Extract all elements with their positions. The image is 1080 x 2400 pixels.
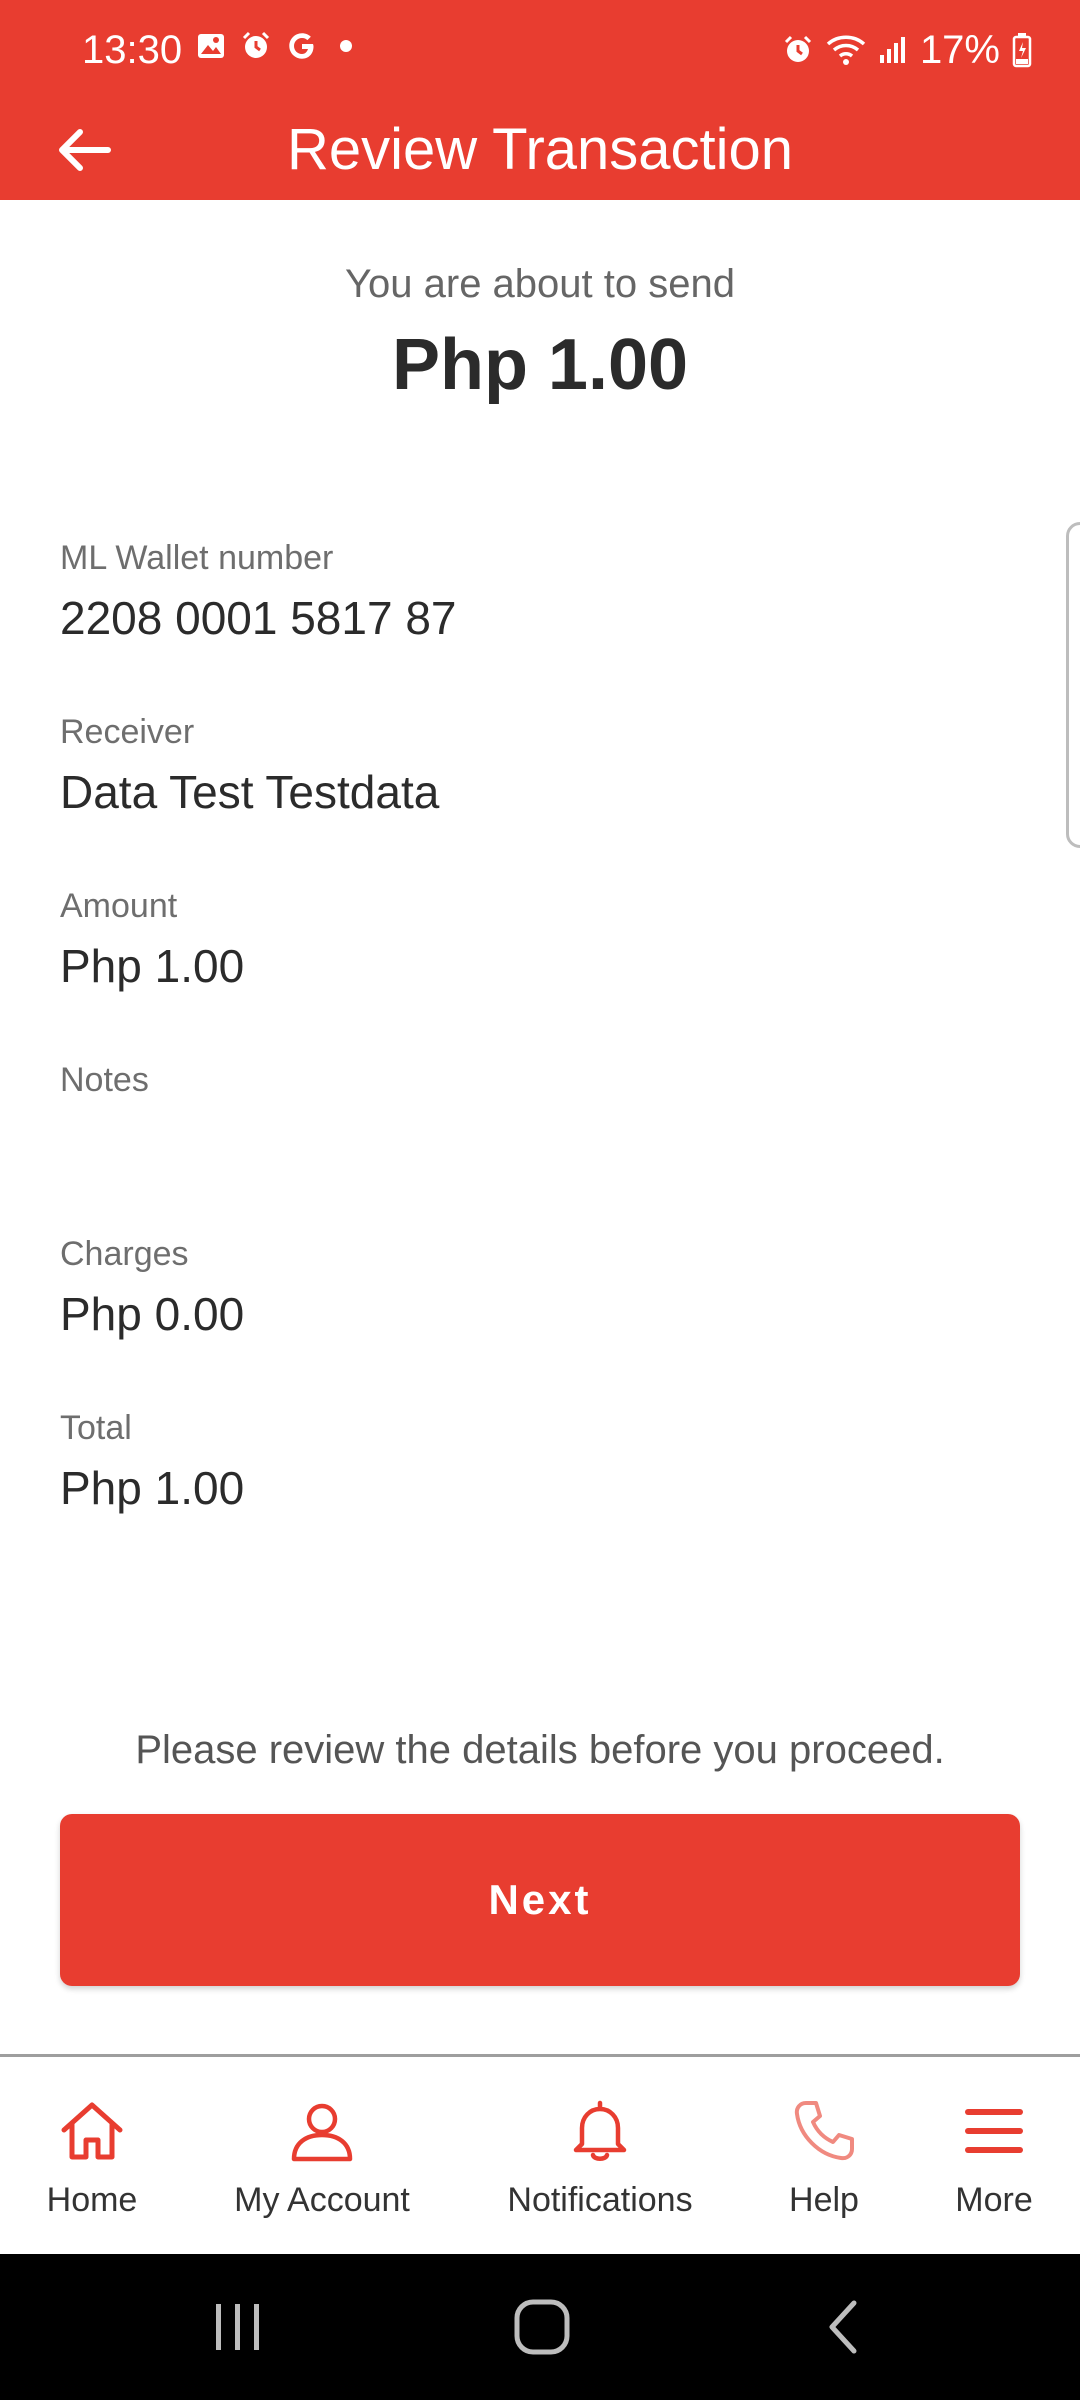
page-title: Review Transaction <box>286 117 794 182</box>
detail-label: Amount <box>60 887 178 925</box>
status-bar: 13:30 17% <box>0 0 1080 100</box>
detail-notes: Notes <box>60 1058 960 1110</box>
detail-label: ML Wallet number <box>60 539 334 577</box>
nav-label: Help <box>789 2181 859 2219</box>
battery-percent: 17% <box>919 28 1000 72</box>
nav-item-notifications[interactable]: Notifications <box>490 2057 710 2257</box>
phone-icon <box>792 2093 856 2169</box>
side-scroll-handle[interactable] <box>1066 522 1080 848</box>
next-button[interactable]: Next <box>60 1814 1020 1986</box>
detail-label: Receiver <box>60 713 195 751</box>
bottom-navigation: Home My Account Notifications Help More <box>0 2054 1080 2254</box>
nav-label: My Account <box>234 2181 410 2219</box>
detail-value: Php 0.00 <box>60 1288 245 1340</box>
status-time: 13:30 <box>82 28 183 72</box>
review-note: Please review the details before you pro… <box>135 1728 945 1772</box>
send-amount: Php 1.00 <box>391 325 689 405</box>
gallery-icon <box>196 31 226 61</box>
detail-charges: Charges Php 0.00 <box>60 1232 960 1344</box>
dot-icon <box>332 32 360 60</box>
detail-value: Php 1.00 <box>60 1462 245 1514</box>
wifi-icon <box>826 33 866 67</box>
recent-apps-icon <box>216 2304 259 2350</box>
detail-label: Total <box>60 1409 132 1447</box>
detail-value: 2208 0001 5817 87 <box>60 592 457 644</box>
detail-label: Notes <box>60 1061 149 1099</box>
signal-icon <box>878 35 908 65</box>
detail-receiver: Receiver Data Test Testdata <box>60 710 960 822</box>
alarm-icon <box>782 34 814 66</box>
detail-label: Charges <box>60 1235 189 1273</box>
detail-total: Total Php 1.00 <box>60 1406 960 1518</box>
arrow-left-icon <box>59 129 111 171</box>
app-header: 13:30 17% Review Transaction <box>0 0 1080 200</box>
nav-label: Home <box>46 2181 138 2219</box>
back-button[interactable] <box>50 116 118 184</box>
status-right-icons: 17% <box>782 24 1032 76</box>
nav-item-home[interactable]: Home <box>22 2057 162 2257</box>
detail-wallet-number: ML Wallet number 2208 0001 5817 87 <box>60 536 960 648</box>
alarm-icon <box>240 30 272 62</box>
chevron-left-icon <box>829 2300 857 2354</box>
nav-item-more[interactable]: More <box>934 2057 1054 2257</box>
nav-label: More <box>955 2181 1033 2219</box>
detail-value: Php 1.00 <box>60 940 245 992</box>
nav-label: Notifications <box>507 2181 693 2219</box>
bell-icon <box>570 2093 630 2169</box>
detail-amount: Amount Php 1.00 <box>60 884 960 996</box>
home-square-icon <box>514 2299 570 2355</box>
user-icon <box>289 2093 355 2169</box>
system-navigation-bar <box>0 2254 1080 2400</box>
battery-icon <box>1012 32 1032 68</box>
back-system-button[interactable] <box>804 2292 884 2362</box>
send-caption: You are about to send <box>345 262 735 306</box>
menu-icon <box>963 2093 1025 2169</box>
google-icon <box>286 30 318 62</box>
home-system-button[interactable] <box>502 2292 582 2362</box>
recent-apps-button[interactable] <box>198 2292 278 2362</box>
home-icon <box>59 2093 125 2169</box>
nav-item-help[interactable]: Help <box>764 2057 884 2257</box>
detail-value: Data Test Testdata <box>60 766 440 818</box>
toolbar: Review Transaction <box>0 100 1080 200</box>
status-left-icons <box>196 30 360 62</box>
nav-item-my-account[interactable]: My Account <box>222 2057 422 2257</box>
